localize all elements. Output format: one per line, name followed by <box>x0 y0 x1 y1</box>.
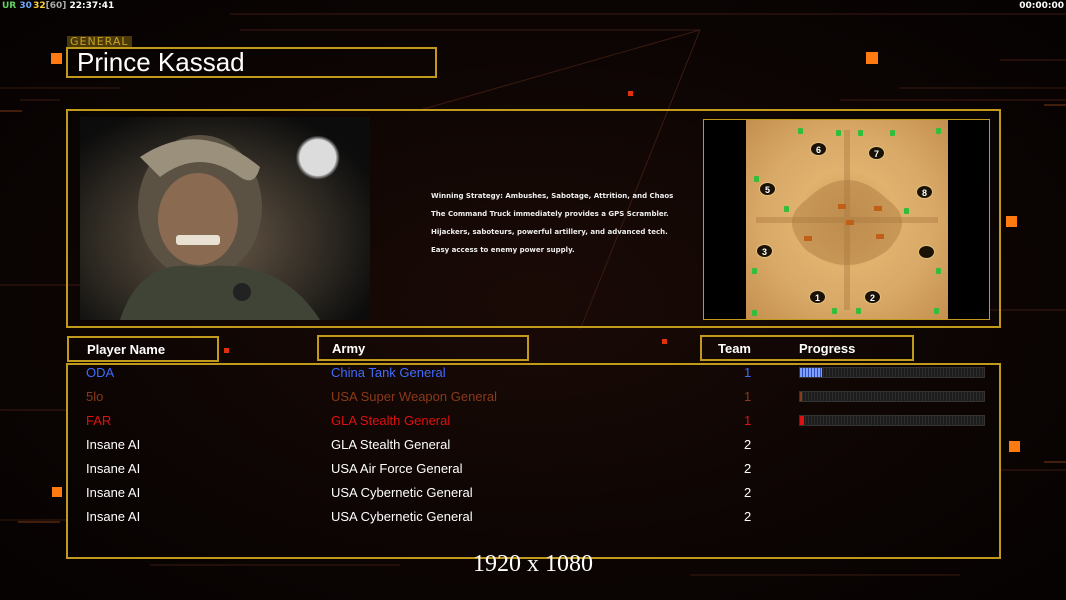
general-name: Prince Kassad <box>66 47 437 78</box>
player-row: Insane AI GLA Stealth General 2 <box>0 434 1066 456</box>
decor-square <box>662 339 667 344</box>
player-team: 1 <box>744 413 752 428</box>
strategy-line: Easy access to enemy power supply. <box>431 246 575 254</box>
minimap-slot-4 <box>918 245 935 259</box>
progress-bar <box>799 391 985 402</box>
minimap-tree <box>836 130 841 136</box>
minimap-tree <box>752 310 757 316</box>
player-row: 5lo USA Super Weapon General 1 <box>0 386 1066 408</box>
progress-bar <box>799 367 985 378</box>
player-team: 2 <box>744 509 752 524</box>
portrait-figure <box>120 135 320 320</box>
team-header: Team <box>718 341 751 356</box>
player-team: 1 <box>744 389 752 404</box>
player-team: 2 <box>744 437 752 452</box>
minimap-slot-2: 2 <box>864 290 881 304</box>
minimap-structure <box>876 234 884 239</box>
minimap-tree <box>890 130 895 136</box>
minimap-tree <box>858 130 863 136</box>
progress-fill <box>800 368 823 377</box>
minimap-structure <box>804 236 812 241</box>
minimap-tree <box>798 128 803 134</box>
player-row: ODA China Tank General 1 <box>0 362 1066 384</box>
strategy-line: Winning Strategy: Ambushes, Sabotage, At… <box>431 192 674 200</box>
hud-value-a: 30 <box>19 1 32 11</box>
minimap-tree <box>936 128 941 134</box>
player-army: USA Cybernetic General <box>331 509 473 524</box>
minimap-tree <box>752 268 757 274</box>
player-name: Insane AI <box>86 485 141 500</box>
resolution-label: 1920 x 1080 <box>473 551 593 577</box>
progress-fill <box>800 416 804 425</box>
player-army: USA Cybernetic General <box>331 485 473 500</box>
minimap-slot-6: 6 <box>810 142 827 156</box>
minimap-tree <box>754 176 759 182</box>
player-army: GLA Stealth General <box>331 437 451 452</box>
player-row: Insane AI USA Cybernetic General 2 <box>0 506 1066 528</box>
strategy-line: Hijackers, saboteurs, powerful artillery… <box>431 228 668 236</box>
minimap-slot-3: 3 <box>756 244 773 258</box>
hud-value-b: 32 <box>33 1 46 11</box>
player-army: GLA Stealth General <box>331 413 451 428</box>
team-progress-header: Team Progress <box>700 335 914 361</box>
general-portrait <box>80 117 370 320</box>
hud-timer: 00:00:00 <box>1019 1 1064 11</box>
player-row: Insane AI USA Cybernetic General 2 <box>0 482 1066 504</box>
player-team: 2 <box>744 485 752 500</box>
player-row: FAR GLA Stealth General 1 <box>0 410 1066 432</box>
minimap-slot-1: 1 <box>809 290 826 304</box>
player-army: USA Super Weapon General <box>331 389 497 404</box>
decor-square <box>1006 216 1017 227</box>
player-name: ODA <box>86 365 115 380</box>
minimap[interactable]: 6 7 5 8 3 1 2 <box>746 120 948 319</box>
progress-header: Progress <box>799 341 856 356</box>
minimap-tree <box>856 308 861 314</box>
strategy-line: The Command Truck immediately provides a… <box>431 210 669 218</box>
progress-bar <box>799 415 985 426</box>
hud-stats: UR 30 32[60] 22:37:41 <box>2 1 114 11</box>
progress-fill <box>800 392 802 401</box>
player-name: Insane AI <box>86 509 141 524</box>
minimap-tree <box>832 308 837 314</box>
decor-square <box>51 53 62 64</box>
minimap-structure <box>838 204 846 209</box>
player-name: Insane AI <box>86 437 141 452</box>
player-row: Insane AI USA Air Force General 2 <box>0 458 1066 480</box>
strategy-text: Winning Strategy: Ambushes, Sabotage, At… <box>431 187 691 259</box>
player-team: 2 <box>744 461 752 476</box>
minimap-tree <box>904 208 909 214</box>
player-army: USA Air Force General <box>331 461 463 476</box>
player-team: 1 <box>744 365 752 380</box>
decor-square <box>866 52 878 64</box>
minimap-tree <box>934 308 939 314</box>
player-name: FAR <box>86 413 112 428</box>
minimap-slot-5: 5 <box>759 182 776 196</box>
decor-square <box>628 91 633 96</box>
minimap-structure <box>874 206 882 211</box>
minimap-structure <box>846 220 854 225</box>
player-army: China Tank General <box>331 365 446 380</box>
player-name-header: Player Name <box>67 336 219 362</box>
minimap-slot-8: 8 <box>916 185 933 199</box>
hud-value-c: [60] <box>45 1 67 11</box>
minimap-tree <box>784 206 789 212</box>
player-name: Insane AI <box>86 461 141 476</box>
army-header: Army <box>317 335 529 361</box>
player-name: 5lo <box>86 389 104 404</box>
minimap-slot-7: 7 <box>868 146 885 160</box>
minimap-tree <box>936 268 941 274</box>
hud-clock: 22:37:41 <box>69 1 115 11</box>
hud-prefix: UR <box>2 1 17 11</box>
decor-square <box>224 348 229 353</box>
